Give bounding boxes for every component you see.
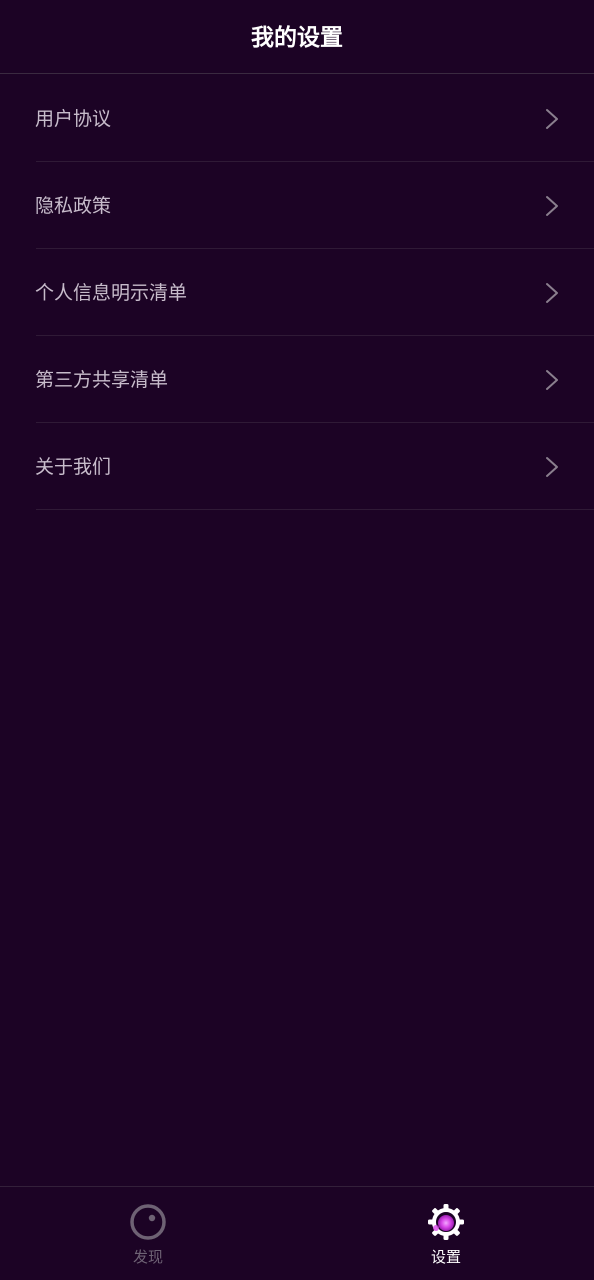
menu-item-label: 关于我们 xyxy=(35,456,112,478)
settings-screen: 我的设置 用户协议 隐私政策 个人信息明示清单 第三方共享清单 关于我们 发现 … xyxy=(0,0,594,1280)
menu-item-label: 用户协议 xyxy=(35,108,112,130)
tab-label: 设置 xyxy=(430,1248,461,1266)
tab-settings[interactable]: 设置 xyxy=(386,1187,506,1280)
menu-item-privacy-policy[interactable]: 隐私政策 xyxy=(0,162,594,249)
bottom-tab-bar: 发现 设置 xyxy=(0,1186,594,1280)
menu-item-user-agreement[interactable]: 用户协议 xyxy=(0,75,594,162)
chevron-right-icon xyxy=(546,370,558,390)
tab-discover[interactable]: 发现 xyxy=(88,1187,208,1280)
header: 我的设置 xyxy=(0,0,594,74)
chevron-right-icon xyxy=(546,457,558,477)
menu-item-label: 第三方共享清单 xyxy=(35,369,169,391)
discover-icon xyxy=(130,1204,166,1240)
gear-icon xyxy=(428,1204,464,1240)
chevron-right-icon xyxy=(546,283,558,303)
menu-item-personal-info-list[interactable]: 个人信息明示清单 xyxy=(0,249,594,336)
menu-item-label: 个人信息明示清单 xyxy=(35,282,188,304)
tab-label: 发现 xyxy=(132,1248,163,1266)
page-title: 我的设置 xyxy=(251,25,343,51)
chevron-right-icon xyxy=(546,109,558,129)
menu-item-third-party-sharing-list[interactable]: 第三方共享清单 xyxy=(0,336,594,423)
settings-menu-list: 用户协议 隐私政策 个人信息明示清单 第三方共享清单 关于我们 xyxy=(0,75,594,510)
menu-item-label: 隐私政策 xyxy=(35,195,112,217)
chevron-right-icon xyxy=(546,196,558,216)
menu-item-about-us[interactable]: 关于我们 xyxy=(0,423,594,510)
